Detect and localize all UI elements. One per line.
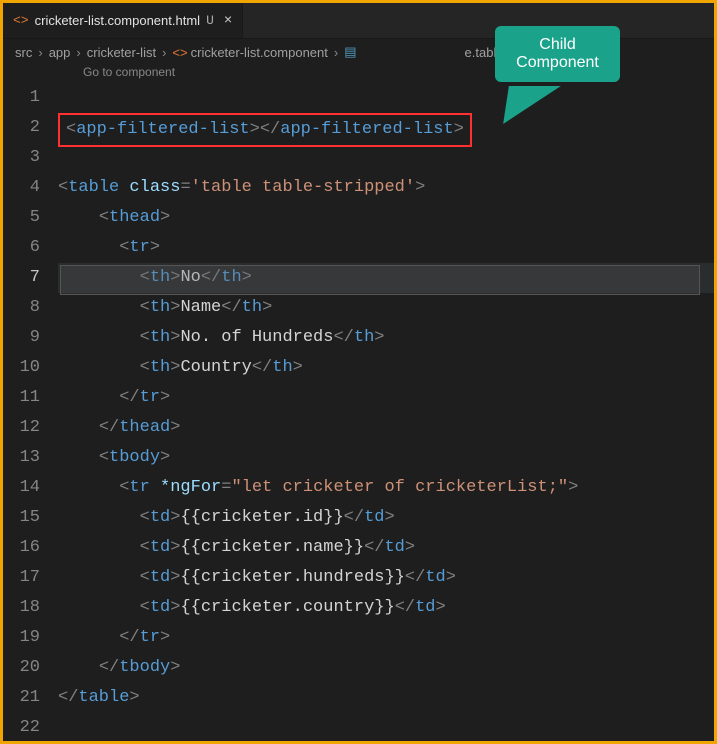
line-number: 4 <box>3 173 40 203</box>
chevron-right-icon: › <box>38 45 42 60</box>
line-number-gutter: 1 2 3 4 5 6 7 8 9 10 11 12 13 14 15 16 1… <box>3 83 58 743</box>
line-number: 12 <box>3 413 40 443</box>
code-line[interactable]: <td>{{cricketer.country}}</td> <box>58 593 714 623</box>
line-number: 2 <box>3 113 40 143</box>
active-line-highlight <box>60 265 700 295</box>
line-number: 5 <box>3 203 40 233</box>
code-editor[interactable]: 1 2 3 4 5 6 7 8 9 10 11 12 13 14 15 16 1… <box>3 83 714 743</box>
tags-icon: ▤ <box>344 44 356 60</box>
breadcrumb-item[interactable]: app <box>49 45 71 60</box>
code-line[interactable]: <td>{{cricketer.id}}</td> <box>58 503 714 533</box>
code-line[interactable]: </tr> <box>58 383 714 413</box>
code-line[interactable]: <td>{{cricketer.name}}</td> <box>58 533 714 563</box>
line-number: 22 <box>3 713 40 743</box>
chevron-right-icon: › <box>76 45 80 60</box>
line-number: 10 <box>3 353 40 383</box>
breadcrumb-item[interactable]: cricketer-list <box>87 45 156 60</box>
code-line[interactable]: <tr *ngFor="let cricketer of cricketerLi… <box>58 473 714 503</box>
chevron-right-icon: › <box>334 45 338 60</box>
code-line[interactable] <box>58 713 714 743</box>
close-icon[interactable]: × <box>224 13 232 29</box>
line-number: 1 <box>3 83 40 113</box>
line-number: 14 <box>3 473 40 503</box>
code-line[interactable]: <th>Name</th> <box>58 293 714 323</box>
code-line[interactable]: <tbody> <box>58 443 714 473</box>
line-number: 3 <box>3 143 40 173</box>
code-line[interactable] <box>58 143 714 173</box>
code-line[interactable] <box>58 83 714 113</box>
line-number: 8 <box>3 293 40 323</box>
line-number: 17 <box>3 563 40 593</box>
code-line[interactable]: </tbody> <box>58 653 714 683</box>
line-number: 6 <box>3 233 40 263</box>
tab-dirty-indicator: U <box>206 13 214 28</box>
line-number: 18 <box>3 593 40 623</box>
html-file-icon: <> <box>172 45 187 60</box>
code-line[interactable]: </table> <box>58 683 714 713</box>
code-line[interactable]: </tr> <box>58 623 714 653</box>
code-line[interactable]: <tr> <box>58 233 714 263</box>
line-number: 13 <box>3 443 40 473</box>
code-line[interactable]: <td>{{cricketer.hundreds}}</td> <box>58 563 714 593</box>
line-number: 16 <box>3 533 40 563</box>
code-line[interactable]: <table class='table table-stripped'> <box>58 173 714 203</box>
line-number: 7 <box>3 263 40 293</box>
line-number: 20 <box>3 653 40 683</box>
code-line[interactable]: <app-filtered-list></app-filtered-list> <box>58 113 714 143</box>
breadcrumb-item[interactable]: cricketer-list.component <box>191 45 328 60</box>
highlighted-code-box: <app-filtered-list></app-filtered-list> <box>58 113 472 147</box>
code-line[interactable]: <th>No. of Hundreds</th> <box>58 323 714 353</box>
chevron-right-icon: › <box>162 45 166 60</box>
tab-filename: cricketer-list.component.html <box>35 13 200 28</box>
line-number: 19 <box>3 623 40 653</box>
code-line[interactable]: <th>Country</th> <box>58 353 714 383</box>
code-content[interactable]: <app-filtered-list></app-filtered-list> … <box>58 83 714 743</box>
file-tab[interactable]: <> cricketer-list.component.html U × <box>3 3 243 38</box>
code-line[interactable]: <thead> <box>58 203 714 233</box>
breadcrumb-item[interactable]: src <box>15 45 32 60</box>
line-number: 15 <box>3 503 40 533</box>
html-file-icon: <> <box>13 13 29 28</box>
code-line[interactable]: </thead> <box>58 413 714 443</box>
line-number: 21 <box>3 683 40 713</box>
line-number: 9 <box>3 323 40 353</box>
callout-annotation: Child Component <box>495 26 620 82</box>
line-number: 11 <box>3 383 40 413</box>
